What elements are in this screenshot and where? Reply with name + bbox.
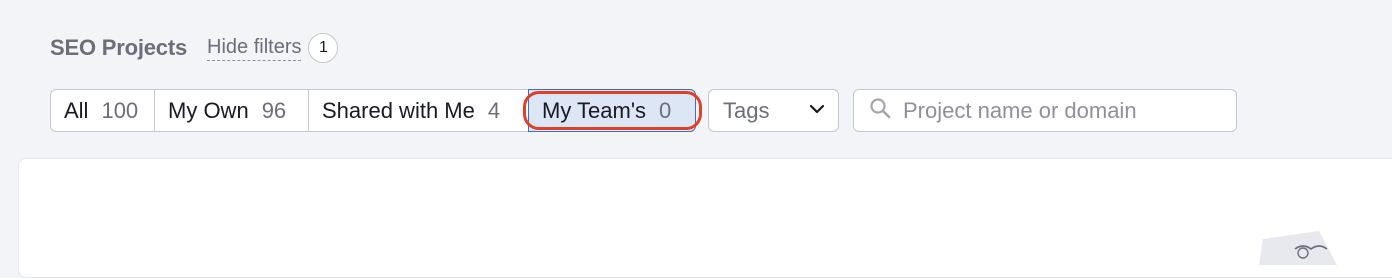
project-scope-segmented-control: All 100 My Own 96 Shared with Me 4 My Te… — [50, 89, 702, 132]
segment-shared-label: Shared with Me — [322, 97, 475, 123]
tags-dropdown-value: Tags — [723, 97, 770, 123]
segment-all-label: All — [64, 97, 89, 123]
segment-shared-count: 4 — [487, 97, 501, 123]
segment-my-teams-count: 0 — [659, 97, 672, 123]
chevron-down-icon — [808, 98, 826, 124]
project-search[interactable] — [853, 89, 1237, 132]
tags-dropdown[interactable]: Tags — [708, 89, 839, 132]
search-icon — [869, 97, 891, 124]
empty-state-illustration — [1259, 231, 1337, 265]
segment-my-teams-label: My Team's — [542, 97, 647, 123]
hide-filters-link[interactable]: Hide filters — [207, 36, 302, 61]
segment-all[interactable]: All 100 — [51, 90, 154, 131]
segment-my-own[interactable]: My Own 96 — [154, 90, 308, 131]
segment-my-teams[interactable]: My Team's 0 — [523, 89, 702, 132]
active-filter-count-badge: 1 — [308, 33, 339, 63]
page-title: SEO Projects — [50, 35, 187, 60]
search-input[interactable] — [903, 97, 1223, 124]
segment-all-count: 100 — [101, 97, 139, 123]
projects-content-panel — [18, 158, 1392, 278]
header: SEO Projects Hide filters 1 — [50, 33, 339, 63]
segment-shared-with-me[interactable]: Shared with Me 4 — [308, 90, 528, 131]
segment-my-own-label: My Own — [168, 97, 249, 123]
filter-bar: All 100 My Own 96 Shared with Me 4 My Te… — [50, 89, 1237, 132]
segment-my-own-count: 96 — [261, 97, 287, 123]
